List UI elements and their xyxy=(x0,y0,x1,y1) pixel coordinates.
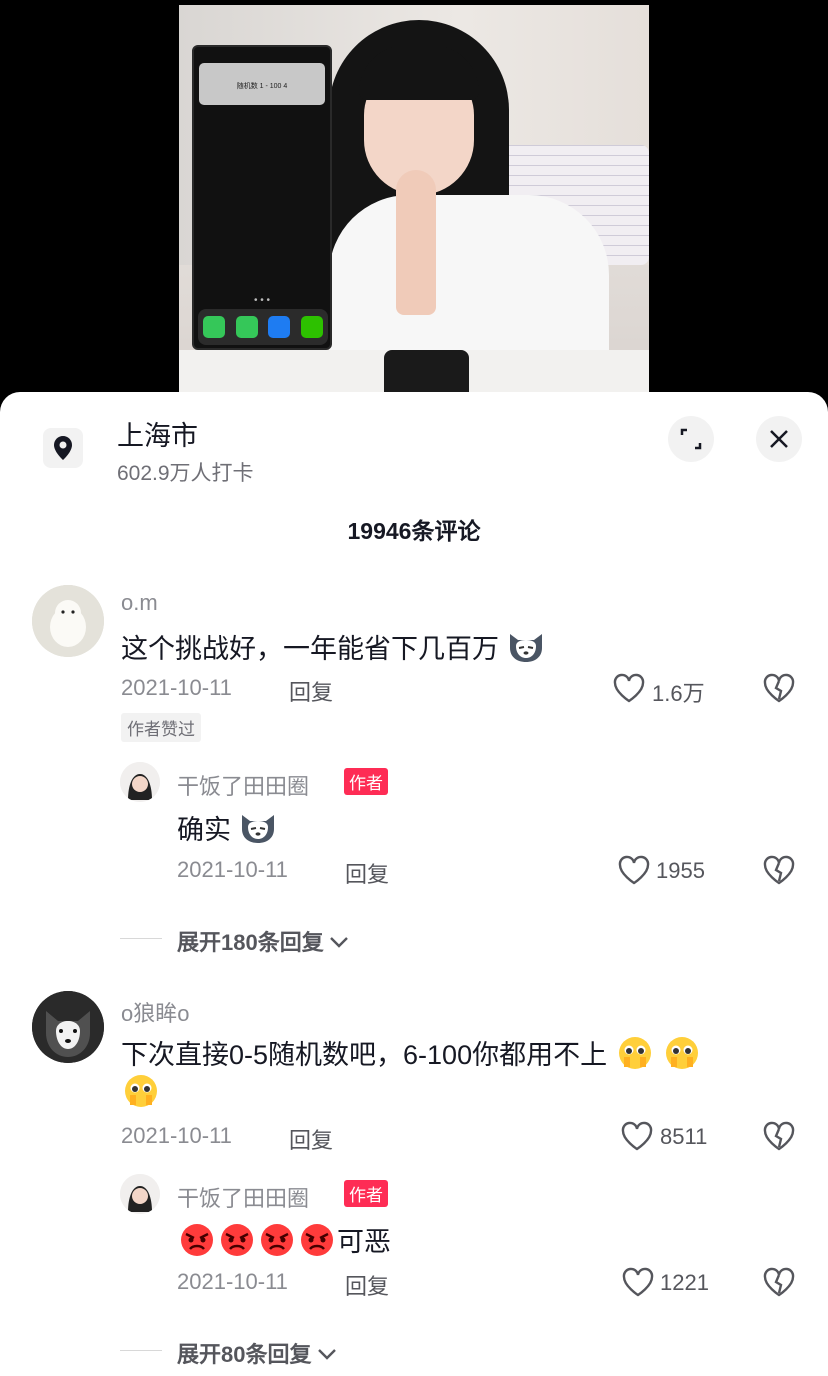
author-badge: 作者 xyxy=(344,1180,388,1207)
comment-count: 19946条评论 xyxy=(347,518,481,544)
phone-on-desk xyxy=(384,350,469,395)
reply-username[interactable]: 干饭了田田圈 xyxy=(177,1181,309,1213)
expand-replies-label: 展开180条回复 xyxy=(177,930,324,955)
husky-emoji-icon xyxy=(239,811,277,852)
broken-heart-icon xyxy=(763,1121,795,1151)
like-button[interactable] xyxy=(620,1120,654,1157)
like-button[interactable] xyxy=(617,854,651,891)
expand-replies-label: 展开80条回复 xyxy=(177,1342,312,1367)
chevron-down-icon xyxy=(318,1349,336,1360)
location-name[interactable]: 上海市 xyxy=(117,414,198,453)
expand-icon xyxy=(680,428,702,450)
broken-heart-icon xyxy=(763,1267,795,1297)
screen-recording-phone: 随机数 1 - 100 4 • • • xyxy=(192,45,332,350)
heart-icon xyxy=(618,855,650,885)
reply-date: 2021-10-11 xyxy=(177,857,288,882)
dislike-button[interactable] xyxy=(762,854,796,891)
page-dots: • • • xyxy=(254,295,271,306)
like-count: 1955 xyxy=(656,858,705,883)
reply-date: 2021-10-11 xyxy=(177,1269,288,1294)
divider-line xyxy=(120,938,162,939)
broken-heart-icon xyxy=(763,673,795,703)
angry-emoji-icon xyxy=(217,1222,257,1265)
dislike-button[interactable] xyxy=(762,1266,796,1303)
like-count: 8511 xyxy=(660,1124,708,1149)
heart-icon xyxy=(621,1121,653,1151)
safari-app-icon xyxy=(268,316,291,338)
chevron-down-icon xyxy=(330,937,349,948)
person-shirt xyxy=(329,195,609,355)
reply-button[interactable]: 回复 xyxy=(345,857,389,889)
wechat-app-icon xyxy=(300,316,323,338)
reply-avatar[interactable] xyxy=(120,762,160,802)
author-liked-tag: 作者赞过 xyxy=(121,713,201,742)
like-count: 1.6万 xyxy=(652,681,705,706)
comment-text: 下次直接0-5随机数吧，6-100你都用不上 xyxy=(121,1033,702,1078)
angry-emoji-icon xyxy=(177,1222,217,1265)
like-button[interactable] xyxy=(621,1266,655,1303)
phone-app-icon xyxy=(203,316,226,338)
comment-date: 2021-10-11 xyxy=(121,1123,232,1148)
messages-app-icon xyxy=(235,316,258,338)
comment-text: 这个挑战好，一年能省下几百万 xyxy=(121,627,545,671)
like-count: 1221 xyxy=(660,1270,709,1295)
video-player[interactable]: 随机数 1 - 100 4 • • • xyxy=(179,5,649,395)
reply-username[interactable]: 干饭了田田圈 xyxy=(177,769,309,801)
comment-username[interactable]: o.m xyxy=(121,590,158,616)
heart-icon xyxy=(622,1267,654,1297)
husky-emoji-icon xyxy=(507,630,545,671)
reply-text: 确实 xyxy=(177,808,277,852)
expand-replies-button[interactable]: 展开180条回复 xyxy=(177,925,350,957)
close-icon xyxy=(770,430,788,448)
reply-text-content: 可恶 xyxy=(337,1227,391,1257)
pleading-emoji-icon xyxy=(121,1073,161,1114)
like-button[interactable] xyxy=(612,672,646,709)
dislike-button[interactable] xyxy=(762,1120,796,1157)
author-badge: 作者 xyxy=(344,768,388,795)
pleading-emoji-icon xyxy=(615,1035,655,1078)
dislike-button[interactable] xyxy=(762,672,796,709)
angry-emoji-icon xyxy=(257,1222,297,1265)
location-checkins: 602.9万人打卡 xyxy=(117,462,254,485)
avatar[interactable] xyxy=(32,585,104,657)
angry-emoji-icon xyxy=(297,1222,337,1265)
reply-button[interactable]: 回复 xyxy=(289,675,333,707)
reply-text: 可恶 xyxy=(177,1220,391,1265)
person-hands xyxy=(396,170,436,315)
avatar[interactable] xyxy=(32,991,104,1063)
comment-date: 2021-10-11 xyxy=(121,675,232,700)
phone-dock xyxy=(198,309,328,345)
expand-replies-button[interactable]: 展开80条回复 xyxy=(177,1337,338,1369)
reply-button[interactable]: 回复 xyxy=(345,1269,389,1301)
divider-line xyxy=(120,1350,162,1351)
comment-text-content: 这个挑战好，一年能省下几百万 xyxy=(121,634,499,664)
reply-avatar[interactable] xyxy=(120,1174,160,1214)
comment-username[interactable]: o狼眸o xyxy=(121,996,189,1028)
phone-notification: 随机数 1 - 100 4 xyxy=(199,63,325,105)
reply-button[interactable]: 回复 xyxy=(289,1123,333,1155)
pleading-emoji-icon xyxy=(662,1035,702,1078)
location-pin-icon xyxy=(43,428,83,468)
reply-text-content: 确实 xyxy=(177,815,231,845)
comment-text-content: 下次直接0-5随机数吧，6-100你都用不上 xyxy=(121,1040,608,1070)
heart-icon xyxy=(613,673,645,703)
close-button[interactable] xyxy=(756,416,802,462)
broken-heart-icon xyxy=(763,855,795,885)
expand-button[interactable] xyxy=(668,416,714,462)
